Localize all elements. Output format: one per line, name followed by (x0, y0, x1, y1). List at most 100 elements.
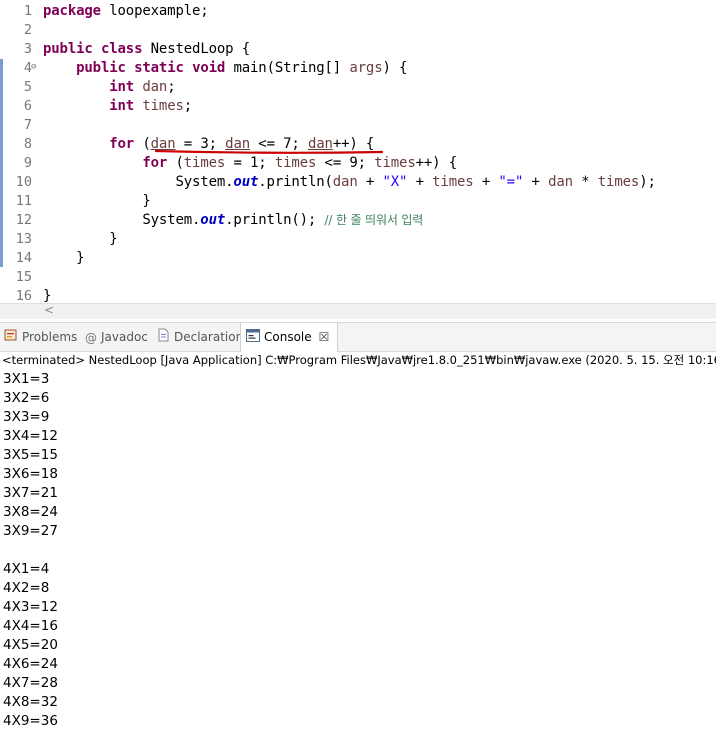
line-number: 12 (15, 212, 32, 228)
code-token: dan (332, 174, 358, 190)
code-text: } (43, 192, 150, 211)
code-text: System.out.println(); // 한 줄 띄워서 입력 (43, 211, 423, 230)
line-number: 5 (23, 79, 32, 95)
code-token: + (523, 174, 549, 190)
console-output-line: 4X4=16 (3, 618, 58, 634)
code-editor[interactable]: 1 package loopexample; 2 3 public class Nest… (0, 0, 716, 304)
code-line[interactable]: 9 for (times = 1; times <= 9; times++) { (0, 154, 716, 173)
code-token: int (109, 79, 135, 95)
code-token: } (43, 231, 118, 247)
code-text: for (times = 1; times <= 9; times++) { (43, 154, 457, 173)
console-output-line: 4X5=20 (3, 637, 58, 653)
code-line[interactable]: 10 System.out.println(dan + "X" + times … (0, 173, 716, 192)
fold-collapse-icon[interactable]: ⊖ (31, 58, 36, 77)
code-text: public static void main(String[] args) { (43, 59, 407, 78)
editor-horizontal-scrollbar[interactable]: < (0, 303, 716, 319)
code-line[interactable]: 1 package loopexample; (0, 2, 716, 21)
line-number: 13 (15, 231, 32, 247)
console-output-line: 3X2=6 (3, 390, 50, 406)
code-token: void (192, 60, 226, 76)
code-token: NestedLoop { (142, 41, 251, 57)
line-number: 6 (23, 98, 32, 114)
code-text: package loopexample; (43, 2, 209, 21)
console-output-line: 3X5=15 (3, 447, 58, 463)
at-icon: @ (85, 330, 97, 345)
code-token: + (473, 174, 499, 190)
console-output-line: 3X6=18 (3, 466, 58, 482)
code-token: "X" (382, 174, 408, 190)
line-number: 2 (23, 22, 32, 38)
code-token: args (349, 60, 383, 76)
code-text: System.out.println(dan + "X" + times + "… (43, 173, 656, 192)
tab-declaration[interactable]: Declaration (157, 323, 243, 351)
console-output-line: 4X3=12 (3, 599, 58, 615)
code-line[interactable]: 5 int dan; (0, 78, 716, 97)
code-token: public (76, 60, 126, 76)
console-output-line: 4X9=36 (3, 713, 58, 729)
tab-declaration-label: Declaration (174, 330, 244, 344)
tab-console-label: Console (264, 330, 312, 344)
code-token: package (43, 3, 101, 19)
close-icon[interactable]: ☒ (319, 323, 330, 351)
code-token: } (43, 250, 85, 266)
view-tab-bar: Problems @ Javadoc Declaration Console ☒ (0, 322, 716, 352)
code-line[interactable]: 7 (0, 116, 716, 135)
code-token: .println(); (225, 212, 325, 228)
code-line[interactable]: 13 } (0, 230, 716, 249)
code-token: static (134, 60, 184, 76)
code-line[interactable]: 11 } (0, 192, 716, 211)
code-token: ( (167, 155, 184, 171)
code-line[interactable]: 14 } (0, 249, 716, 268)
code-line[interactable]: 15 (0, 268, 716, 287)
code-line[interactable]: 4 ⊖ public static void main(String[] args… (0, 59, 716, 78)
console-output-line: 3X1=3 (3, 371, 50, 387)
code-text: int dan; (43, 78, 175, 97)
code-token: ) { (382, 60, 408, 76)
line-number: 11 (15, 193, 32, 209)
code-token: ); (639, 174, 656, 190)
code-token: times (432, 174, 474, 190)
code-token: * (572, 174, 598, 190)
console-output: 3X1=3 3X2=6 3X3=9 3X4=12 3X5=15 3X6=18 3X7=21 3… (3, 370, 703, 731)
tab-javadoc[interactable]: @ Javadoc (85, 323, 148, 351)
code-token: <= 9; (316, 155, 375, 171)
tab-problems-label: Problems (22, 330, 78, 344)
code-token: System. (43, 174, 234, 190)
console-output-line: 3X9=27 (3, 523, 58, 539)
code-text: } (43, 249, 84, 268)
code-token: for (142, 155, 168, 171)
console-output-line: 4X6=24 (3, 656, 58, 672)
code-text: public class NestedLoop { (43, 40, 250, 59)
tab-problems[interactable]: Problems (4, 323, 77, 351)
code-line[interactable]: 12 System.out.println(); // 한 줄 띄워서 입력 (0, 211, 716, 230)
line-number: 15 (15, 269, 32, 285)
code-line[interactable]: 2 (0, 21, 716, 40)
line-number: 10 (15, 174, 32, 190)
code-line[interactable]: 6 int times; (0, 97, 716, 116)
code-text: int times; (43, 97, 192, 116)
line-number: 8 (23, 136, 32, 152)
line-number: 14 (15, 250, 32, 266)
console-output-line: 3X4=12 (3, 428, 58, 444)
code-token: class (100, 41, 143, 57)
scroll-left-arrow[interactable]: < (44, 303, 54, 317)
code-token: .println( (258, 174, 333, 190)
code-token: public (43, 41, 93, 57)
code-token: out (233, 174, 259, 190)
code-token: + (357, 174, 383, 190)
code-token: times (374, 155, 416, 171)
code-token: "=" (498, 174, 524, 190)
code-token: times (274, 155, 317, 171)
code-token: int (109, 98, 135, 114)
tab-console[interactable]: Console ☒ (240, 323, 339, 352)
line-number: 4 (23, 60, 32, 76)
code-line[interactable]: 3 public class NestedLoop { (0, 40, 716, 59)
console-output-line: 3X8=24 (3, 504, 58, 520)
line-number: 9 (23, 155, 32, 171)
code-token: times (142, 98, 184, 114)
